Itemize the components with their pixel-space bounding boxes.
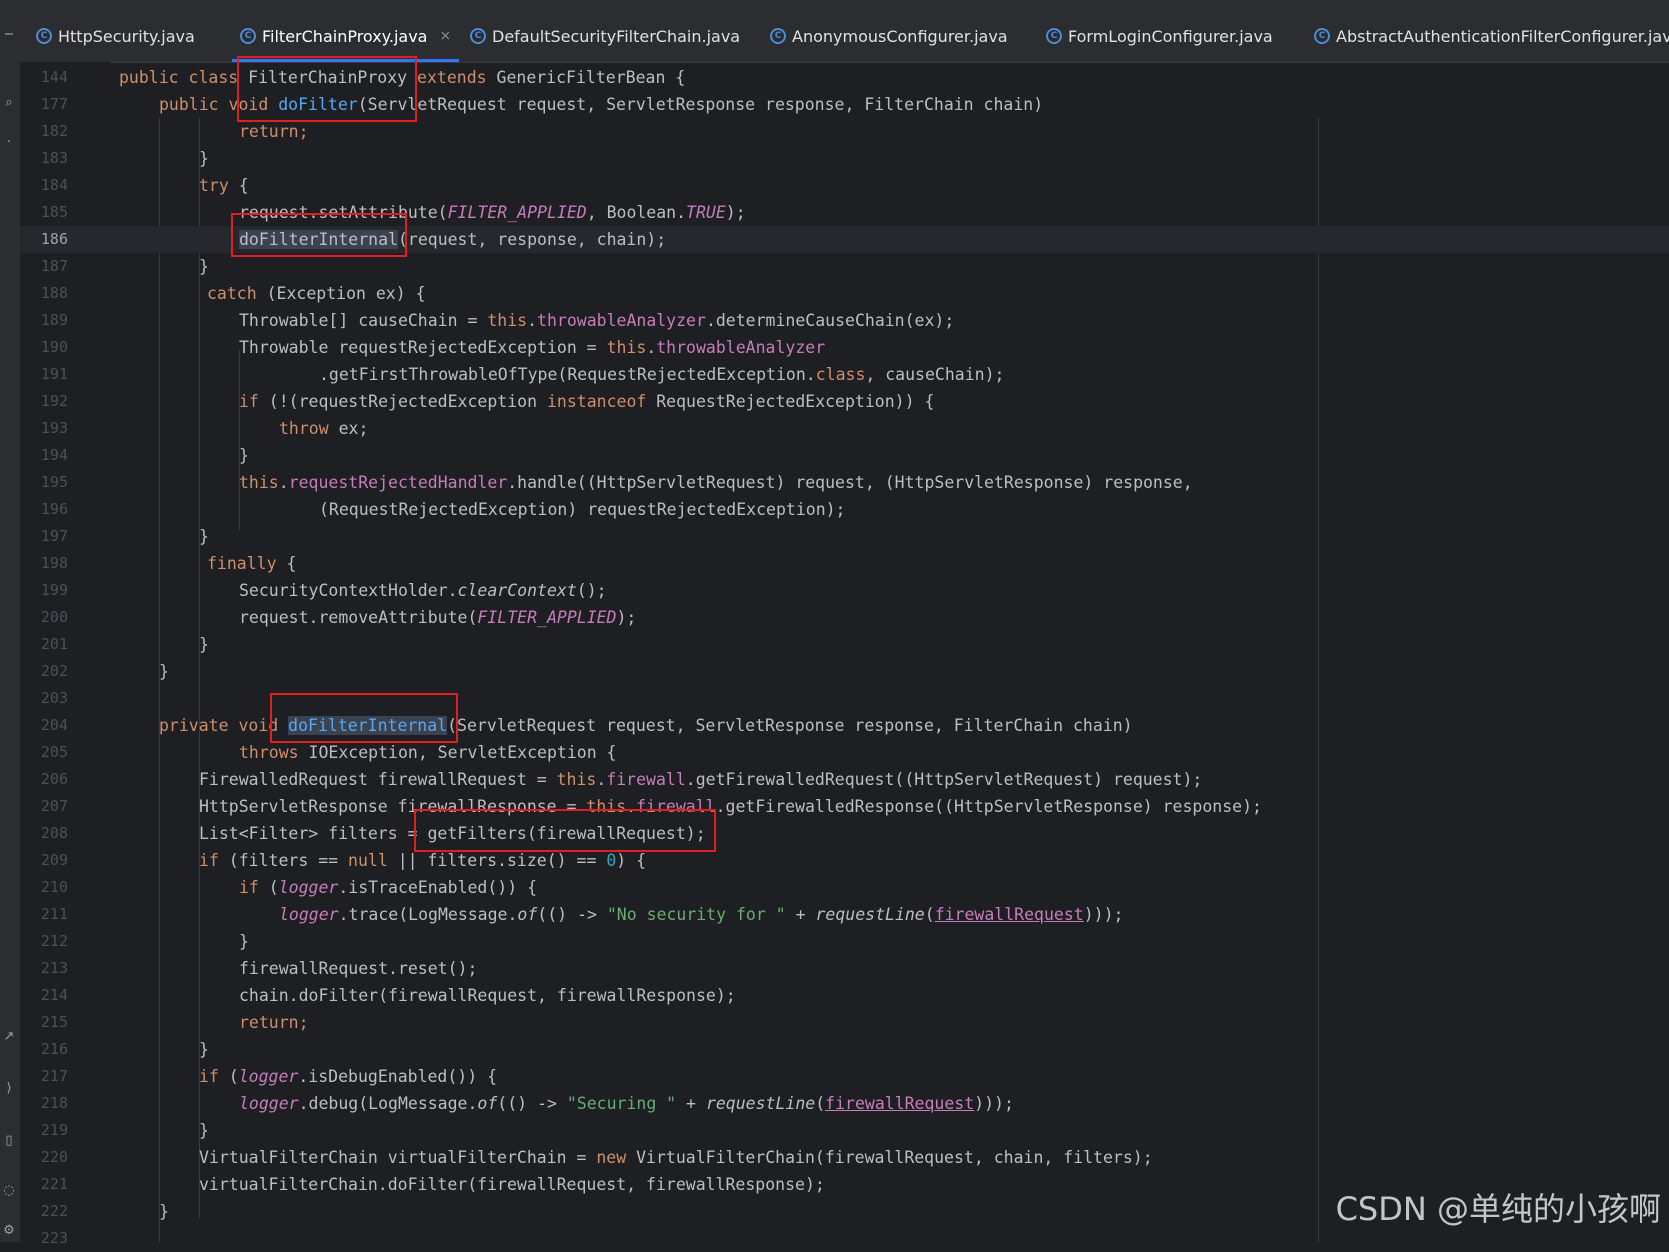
code-line: 198 finally { (40, 554, 297, 573)
tab-label: DefaultSecurityFilterChain.java (492, 26, 741, 46)
code-line: 189 Throwable[] causeChain = this.throwab… (40, 311, 955, 330)
java-class-icon: C (470, 28, 486, 44)
code-line: 196 (RequestRejectedException) requestRej… (40, 500, 846, 519)
code-line: 184 try { (40, 176, 249, 195)
code-line: 203 (40, 689, 68, 707)
tab-anonymousconfigurer[interactable]: C AnonymousConfigurer.java (770, 10, 1008, 62)
code-line: 194} (40, 446, 249, 465)
code-line: 220 VirtualFilterChain virtualFilterChain… (40, 1148, 1153, 1167)
code-line: 219} (40, 1121, 209, 1140)
tab-filterchainproxy[interactable]: C FilterChainProxy.java × (231, 10, 460, 62)
pin-icon[interactable]: ⌕ (2, 96, 16, 110)
code-line: 214 chain.doFilter(firewallRequest, firew… (40, 986, 736, 1005)
code-line: 195 this.requestRejectedHandler.handle((H… (40, 473, 1193, 492)
annotation-box (414, 809, 716, 852)
tab-label: FormLoginConfigurer.java (1068, 26, 1273, 46)
tab-label: AnonymousConfigurer.java (792, 26, 1008, 46)
code-line: 201} (40, 635, 209, 654)
code-line: 206 FirewalledRequest firewallRequest = t… (40, 770, 1203, 789)
code-line: 191 .getFirstThrowableOfType(RequestRejec… (40, 365, 1005, 384)
java-class-icon: C (1046, 28, 1062, 44)
tab-httpsecurity[interactable]: C HttpSecurity.java (36, 10, 195, 62)
code-line: 199 SecurityContextHolder.clearContext(); (40, 581, 607, 600)
code-line: 216} (40, 1040, 209, 1059)
tab-label: AbstractAuthenticationFilterConfigurer.j… (1336, 26, 1669, 46)
code-line: 212} (40, 932, 249, 951)
java-class-icon: C (1314, 28, 1330, 44)
editor-tab-bar: C HttpSecurity.java C FilterChainProxy.j… (20, 0, 1669, 63)
code-line: 213 firewallRequest.reset(); (40, 959, 478, 978)
code-line: 218 logger.debug(LogMessage.of(() -> "Sec… (40, 1094, 1014, 1113)
code-line: 208 List<Filter> filters = getFilters(fir… (40, 824, 706, 843)
java-class-icon: C (36, 28, 52, 44)
code-line: 217 if (logger.isDebugEnabled()) { (40, 1067, 498, 1086)
tab-abstractauthenticationfilterconfigurer[interactable]: C AbstractAuthenticationFilterConfigurer… (1314, 10, 1669, 62)
code-line: 215 return; (40, 1013, 309, 1032)
code-line: 202} (40, 662, 169, 681)
code-line: 187} (40, 257, 209, 276)
code-line: 207 HttpServletResponse firewallResponse … (40, 797, 1262, 816)
code-line: 182 return; (40, 122, 309, 141)
code-line: 192 if (!(requestRejectedException instan… (40, 392, 935, 411)
code-line: 197} (40, 527, 209, 546)
code-line: 205 throws IOException, ServletException … (40, 743, 617, 762)
code-line: 204 private void doFilterInternal(Servlet… (40, 716, 1133, 735)
dot-icon[interactable]: · (2, 136, 16, 150)
annotation-box (237, 56, 417, 122)
code-line: 211 logger.trace(LogMessage.of(() -> "No … (40, 905, 1124, 924)
minus-icon[interactable]: − (2, 28, 16, 42)
tab-defaultsecurityfilterchain[interactable]: C DefaultSecurityFilterChain.java (470, 10, 740, 62)
tab-label: HttpSecurity.java (58, 26, 195, 46)
settings-icon[interactable]: ⚙ (2, 1224, 16, 1238)
code-line: 183} (40, 149, 209, 168)
tab-formloginconfigurer[interactable]: C FormLoginConfigurer.java (1046, 10, 1273, 62)
java-class-icon: C (770, 28, 786, 44)
git-icon[interactable]: ↗ (2, 1030, 16, 1044)
code-line: 193 throw ex; (40, 419, 369, 438)
code-line: 210 if (logger.isTraceEnabled()) { (40, 878, 538, 897)
java-class-icon: C (240, 28, 256, 44)
code-line: 209 if (filters == null || filters.size()… (40, 851, 647, 870)
annotation-box (231, 213, 407, 257)
annotation-box (270, 693, 458, 743)
run-icon[interactable]: ⟩ (2, 1082, 16, 1096)
code-line: 190 Throwable requestRejectedException = … (40, 338, 826, 357)
close-icon[interactable]: × (439, 28, 451, 44)
watermark: CSDN @单纯的小孩啊 (1335, 1190, 1661, 1228)
tab-label: FilterChainProxy.java (262, 26, 428, 46)
problems-icon[interactable]: ◌ (2, 1184, 16, 1198)
code-line: 188 catch (Exception ex) { (40, 284, 426, 303)
left-tool-strip: − ⌕ · ↗ ⟩ ▯ ◌ ⚙ (0, 0, 21, 1242)
code-line: 200 request.removeAttribute(FILTER_APPLIE… (40, 608, 637, 627)
terminal-icon[interactable]: ▯ (2, 1134, 16, 1148)
